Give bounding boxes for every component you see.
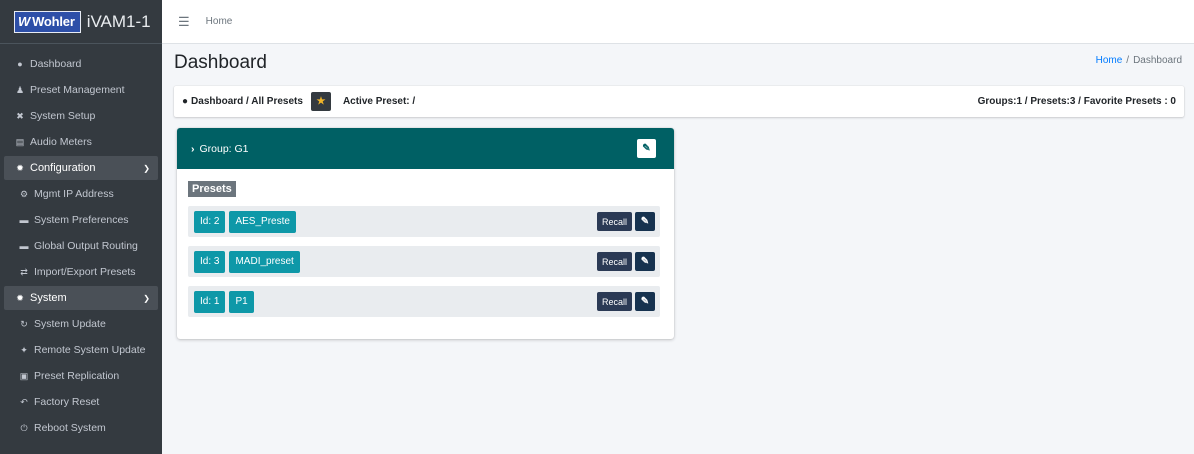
favorite-star-button[interactable]: ★ — [310, 92, 331, 111]
recall-button[interactable]: Recall — [596, 212, 632, 231]
chevron-down-icon: ❯ — [143, 293, 150, 303]
sidebar-item-import-export-presets[interactable]: ⇄ Import/Export Presets — [0, 259, 162, 285]
chevron-down-icon: ❯ — [143, 163, 150, 173]
sidebar-item-dashboard[interactable]: ● Dashboard — [0, 51, 162, 77]
group-card: › Group: G1 ✎ Presets Id: 2 AES_Preste R… — [177, 128, 674, 339]
presets-heading: Presets — [188, 181, 236, 197]
sidebar-item-system-update[interactable]: ↻ System Update — [0, 311, 162, 337]
preset-row: Id: 1 P1 Recall ✎ — [188, 286, 660, 317]
network-icon: ⚙ — [19, 188, 29, 199]
bar-chart-icon: ▤ — [15, 136, 25, 147]
edit-icon: ✎ — [640, 256, 650, 267]
sidebar-nav: ● Dashboard ♟ Preset Management ✖ System… — [0, 44, 162, 441]
power-icon: ⏻ — [20, 422, 28, 433]
page-title: Dashboard — [174, 52, 267, 73]
sidebar-item-label: Factory Reset — [34, 396, 100, 408]
sidebar-group-configuration[interactable]: ✹ Configuration ❯ — [4, 156, 158, 180]
sidebar: W Wohler iVAM1-1 ● Dashboard ♟ Preset Man… — [0, 0, 162, 454]
sidebar-item-label: Reboot System — [34, 422, 106, 434]
topbar-home-link[interactable]: Home — [206, 16, 233, 27]
sidebar-group-system[interactable]: ✹ System ❯ — [4, 286, 158, 310]
sidebar-item-factory-reset[interactable]: ↶ Factory Reset — [0, 389, 162, 415]
sidebar-item-label: Audio Meters — [30, 136, 92, 148]
keyboard-icon: ▬ — [19, 241, 29, 251]
breadcrumb: Home / Dashboard — [1096, 55, 1182, 66]
sync-icon: ↻ — [20, 318, 28, 329]
sidebar-item-global-output-routing[interactable]: ▬ Global Output Routing — [0, 233, 162, 259]
preset-row: Id: 3 MADI_preset Recall ✎ — [188, 246, 660, 277]
breadcrumb-current: Dashboard — [1133, 55, 1182, 66]
menu-toggle-icon[interactable]: ☰ — [178, 14, 190, 30]
sidebar-item-label: Remote System Update — [34, 344, 146, 356]
preset-id-badge: Id: 3 — [194, 250, 226, 273]
exchange-icon: ⇄ — [20, 266, 28, 277]
sidebar-item-preset-replication[interactable]: ▣ Preset Replication — [0, 363, 162, 389]
preset-edit-button[interactable]: ✎ — [635, 212, 655, 231]
active-preset-label: Active Preset: / — [342, 96, 416, 107]
summary-stats: Groups:1 / Presets:3 / Favorite Presets … — [977, 96, 1176, 107]
edit-icon: ✎ — [642, 143, 651, 154]
breadcrumb-separator: / — [1126, 55, 1130, 66]
sidebar-item-reboot-system[interactable]: ⏻ Reboot System — [0, 415, 162, 441]
sidebar-item-label: Configuration — [30, 162, 96, 174]
copy-icon: ▣ — [19, 370, 29, 381]
sidebar-item-label: Preset Management — [30, 84, 125, 96]
preset-row: Id: 2 AES_Preste Recall ✎ — [188, 206, 660, 237]
group-edit-button[interactable]: ✎ — [637, 139, 656, 158]
sidebar-item-system-preferences[interactable]: ▬ System Preferences — [0, 207, 162, 233]
wohler-logo: W Wohler — [14, 10, 81, 33]
preset-name-badge[interactable]: AES_Preste — [229, 210, 296, 233]
sidebar-item-label: Mgmt IP Address — [34, 188, 114, 200]
dashboard-summary-bar: ● Dashboard / All Presets ★ Active Prese… — [174, 86, 1184, 117]
tachometer-icon: ● — [182, 96, 189, 107]
sidebar-item-remote-system-update[interactable]: ✦ Remote System Update — [0, 337, 162, 363]
star-icon: ★ — [316, 96, 326, 107]
preset-edit-button[interactable]: ✎ — [635, 252, 655, 271]
sidebar-item-label: System Preferences — [34, 214, 129, 226]
users-icon: ♟ — [15, 84, 25, 95]
gear-icon: ✹ — [16, 162, 24, 173]
gears-icon: ✹ — [16, 292, 24, 303]
recall-button[interactable]: Recall — [596, 252, 632, 271]
chevron-right-icon: › — [191, 142, 195, 155]
sidebar-item-label: System Update — [34, 318, 106, 330]
undo-icon: ↶ — [20, 396, 28, 407]
sidebar-item-preset-management[interactable]: ♟ Preset Management — [0, 77, 162, 103]
edit-icon: ✎ — [640, 216, 650, 227]
sidebar-item-label: Import/Export Presets — [34, 266, 136, 278]
sidebar-item-system-setup[interactable]: ✖ System Setup — [0, 103, 162, 129]
breadcrumb-home-link[interactable]: Home — [1096, 55, 1123, 66]
sidebar-item-label: Global Output Routing — [34, 240, 138, 252]
preset-name-badge[interactable]: P1 — [229, 290, 254, 313]
sidebar-item-label: Preset Replication — [34, 370, 120, 382]
tachometer-icon: ● — [17, 59, 23, 69]
tools-icon: ✖ — [16, 110, 24, 121]
group-title: Group: G1 — [199, 142, 249, 155]
recall-button[interactable]: Recall — [596, 292, 632, 311]
sidebar-item-mgmt-ip-address[interactable]: ⚙ Mgmt IP Address — [0, 181, 162, 207]
sidebar-item-label: System Setup — [30, 110, 96, 122]
preset-id-badge: Id: 2 — [194, 210, 226, 233]
sidebar-item-audio-meters[interactable]: ▤ Audio Meters — [0, 129, 162, 155]
topbar: ☰ Home — [162, 0, 1194, 44]
keyboard-icon: ▬ — [19, 215, 29, 225]
sidebar-item-label: Dashboard — [30, 58, 82, 70]
preset-name-badge[interactable]: MADI_preset — [229, 250, 300, 273]
preset-id-badge: Id: 1 — [194, 290, 226, 313]
sidebar-item-label: System — [30, 292, 67, 304]
group-header[interactable]: › Group: G1 ✎ — [177, 128, 674, 169]
brand[interactable]: W Wohler iVAM1-1 — [0, 0, 162, 44]
preset-edit-button[interactable]: ✎ — [635, 292, 655, 311]
edit-icon: ✎ — [640, 296, 650, 307]
satellite-icon: ✦ — [20, 344, 28, 355]
brand-name: iVAM1-1 — [86, 11, 151, 31]
summary-path: Dashboard / All Presets — [191, 96, 303, 107]
